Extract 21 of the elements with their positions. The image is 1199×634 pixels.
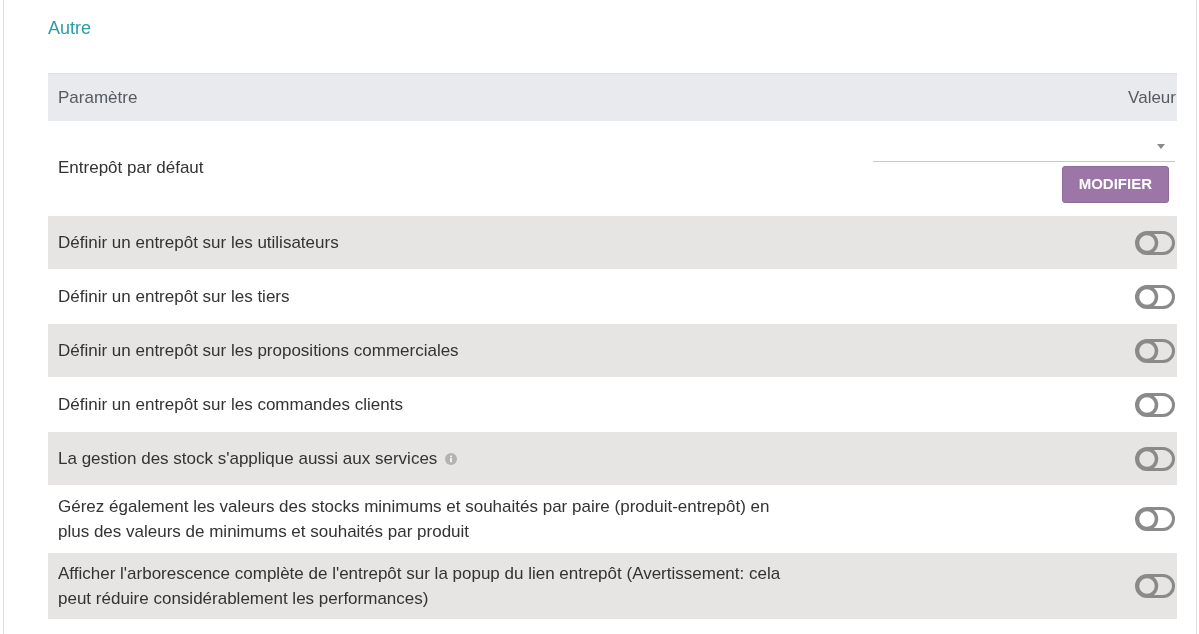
toggle-off-icon[interactable]: [1135, 574, 1175, 598]
setting-label: Définir un entrepôt sur les tiers: [58, 286, 290, 308]
toggle-off-icon[interactable]: [1135, 446, 1175, 471]
setting-label: Définir un entrepôt sur les commandes clients: [58, 394, 403, 416]
setting-label: Définir un entrepôt sur les utilisateurs: [58, 232, 339, 254]
section-title: Autre: [48, 17, 92, 40]
caret-icon: [1157, 144, 1165, 149]
column-header: Paramètre: [58, 86, 138, 109]
toggle-off-icon[interactable]: [1135, 338, 1175, 363]
column-header: Valeur: [1128, 86, 1176, 109]
setting-label: Gérez également les valeurs des stocks minimums et souhaités par paire (produit-entrepôt) en plus des valeurs de minimums et souhaités par produit: [58, 496, 771, 543]
setting-label: Afficher l'arborescence complète de l'entrepôt sur la popup du lien entrepôt (Avertissement: cela peut réduire considérablement les performances): [58, 563, 782, 610]
info-icon[interactable]: [445, 452, 458, 465]
setting-label: Définir un entrepôt sur les propositions commerciales: [58, 340, 459, 362]
toggle-off-icon[interactable]: [1135, 392, 1175, 417]
toggle-off-icon[interactable]: [1135, 230, 1175, 255]
setting-label: Entrepôt par défaut: [58, 157, 204, 179]
modify-button[interactable]: MODIFIER: [1061, 166, 1169, 203]
setting-label: La gestion des stock s'applique aussi aux services: [58, 448, 438, 470]
toggle-off-icon[interactable]: [1135, 284, 1175, 309]
toggle-off-icon[interactable]: [1135, 507, 1175, 531]
